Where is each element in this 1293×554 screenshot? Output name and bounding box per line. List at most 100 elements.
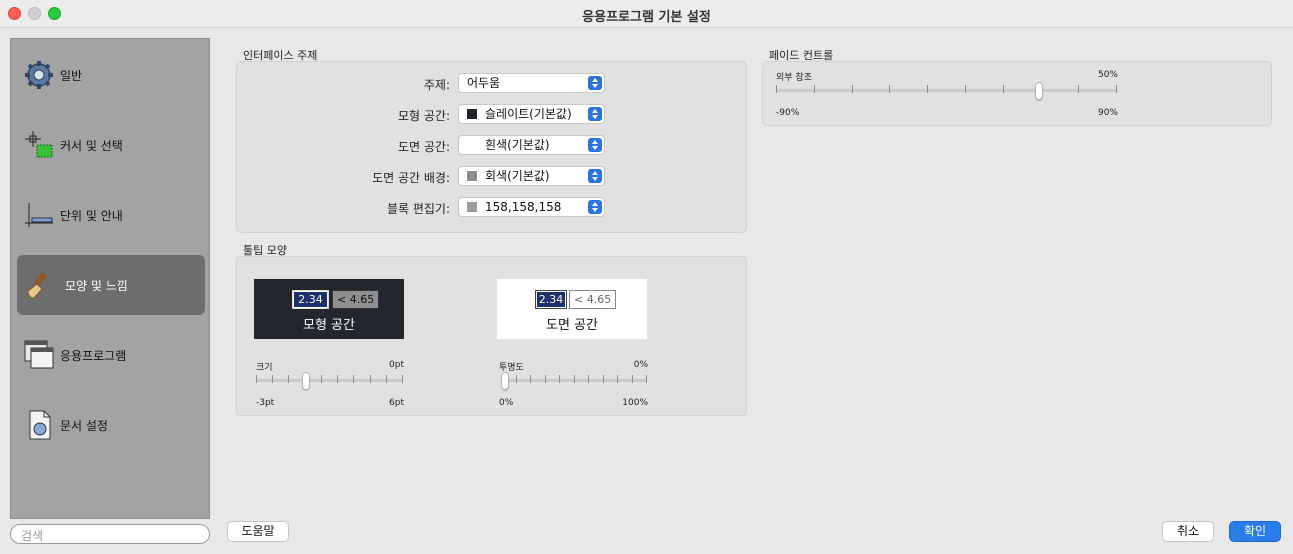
slider-tick [288, 375, 290, 383]
preview-value-1: 2.34 [537, 292, 565, 307]
slider-tick [530, 375, 531, 383]
sidebar-item-label: 응용프로그램 [60, 349, 127, 363]
slider-knob[interactable] [501, 372, 509, 390]
slider-track [256, 379, 403, 382]
slider-tick [588, 375, 589, 383]
model-space-popup[interactable]: 슬레이트(기본값) [458, 104, 605, 124]
preview-value-2: < 4.65 [332, 290, 380, 309]
paper-space-value: 흰색(기본값) [485, 138, 550, 152]
preview-value-1: 2.34 [294, 292, 327, 307]
windows-icon [24, 340, 54, 369]
help-button[interactable]: 도움말 [227, 521, 289, 542]
paper-space-popup[interactable]: 흰색(기본값) [458, 135, 605, 155]
sidebar-item-label: 문서 설정 [60, 419, 108, 433]
preview-chip: 2.34 [535, 290, 567, 309]
slider-tick [320, 375, 322, 383]
slider-tick [272, 375, 274, 383]
preview-value-2: < 4.65 [569, 290, 617, 309]
opacity-slider[interactable] [501, 371, 647, 391]
slider-tick [544, 375, 546, 383]
size-slider[interactable] [256, 371, 403, 391]
sidebar-item-label: 단위 및 안내 [60, 209, 123, 223]
xref-fade-min: -90% [776, 108, 800, 118]
sidebar-item-document-settings[interactable]: 문서 설정 [17, 395, 205, 455]
color-swatch [467, 109, 477, 119]
chevron-updown-icon [588, 76, 602, 90]
paper-space-preview-label: 도면 공간 [546, 318, 598, 333]
slider-tick [964, 85, 966, 93]
slider-knob[interactable] [302, 372, 311, 390]
slider-tick [851, 85, 853, 93]
cancel-button[interactable]: 취소 [1162, 521, 1214, 542]
slider-tick [573, 375, 575, 383]
slider-tick [813, 85, 815, 93]
xref-fade-slider[interactable] [776, 81, 1117, 101]
slider-tick [1116, 85, 1117, 93]
slider-tick [256, 375, 257, 383]
gear-icon [25, 61, 53, 89]
units-guides-icon [25, 203, 53, 227]
slider-tick [602, 375, 604, 383]
slider-tick [337, 375, 339, 383]
slider-tick [646, 375, 647, 383]
sidebar-item-label: 모양 및 느낌 [65, 279, 128, 293]
slider-tick [617, 375, 618, 383]
paper-background-value: 회색(기본값) [485, 169, 550, 183]
theme-label: 주제: [423, 78, 450, 92]
sidebar-item-label: 커서 및 선택 [60, 139, 123, 153]
block-editor-popup[interactable]: 158,158,158 [458, 197, 605, 217]
slider-tick [1078, 85, 1080, 93]
paper-background-popup[interactable]: 회색(기본값) [458, 166, 605, 186]
size-max: 6pt [389, 398, 404, 408]
theme-popup[interactable]: 어두움 [458, 73, 605, 93]
slider-tick [402, 375, 403, 383]
theme-value: 어두움 [467, 76, 501, 90]
model-space-label: 모형 공간: [397, 109, 450, 123]
sidebar-item-look-feel[interactable]: 모양 및 느낌 [17, 255, 205, 315]
brush-icon [27, 272, 47, 299]
opacity-current: 0% [633, 360, 648, 370]
ok-button[interactable]: 확인 [1229, 521, 1281, 542]
chevron-updown-icon [588, 169, 602, 183]
window-title: 응용프로그램 기본 설정 [582, 10, 711, 25]
chevron-updown-icon [588, 107, 602, 121]
sidebar-item-cursor-selection[interactable]: 커서 및 선택 [17, 115, 205, 175]
color-swatch [467, 140, 477, 150]
chevron-updown-icon [588, 138, 602, 152]
slider-tick [927, 85, 929, 93]
opacity-min: 0% [499, 398, 514, 408]
slider-tick [353, 375, 355, 383]
paper-background-label: 도면 공간 배경: [372, 171, 450, 185]
model-space-value: 슬레이트(기본값) [485, 107, 572, 121]
title-bar: 응용프로그램 기본 설정 [0, 0, 1293, 28]
cursor-selection-icon [25, 131, 53, 158]
chevron-updown-icon [588, 200, 602, 214]
sidebar-item-application[interactable]: 응용프로그램 [17, 325, 205, 385]
slider-tick [369, 375, 371, 383]
sidebar-item-units-guides[interactable]: 단위 및 안내 [17, 185, 205, 245]
search-input[interactable]: 검색 [10, 524, 210, 544]
xref-fade-max: 90% [1097, 108, 1118, 118]
paper-space-label: 도면 공간: [397, 140, 450, 154]
size-min: -3pt [256, 398, 275, 408]
block-editor-value: 158,158,158 [485, 200, 562, 214]
paper-space-preview: 2.34 < 4.65 도면 공간 [497, 279, 647, 339]
color-swatch [467, 171, 477, 181]
block-editor-label: 블록 편집기: [386, 202, 450, 216]
slider-tick [889, 85, 891, 93]
slider-tick [1002, 85, 1004, 93]
model-space-preview: 2.34 < 4.65 모형 공간 [254, 279, 404, 339]
slider-tick [631, 375, 633, 383]
slider-knob[interactable] [1035, 82, 1043, 100]
slider-tick [776, 85, 777, 93]
slider-track [776, 89, 1117, 92]
opacity-max: 100% [622, 398, 648, 408]
size-current: 0pt [389, 360, 404, 370]
color-swatch [467, 202, 477, 212]
xref-fade-current: 50% [1097, 70, 1118, 80]
sidebar-item-general[interactable]: 일반 [17, 45, 205, 105]
preview-chip: 2.34 [292, 290, 329, 309]
document-icon [29, 410, 51, 440]
model-space-preview-label: 모형 공간 [303, 318, 355, 333]
slider-tick [515, 375, 517, 383]
